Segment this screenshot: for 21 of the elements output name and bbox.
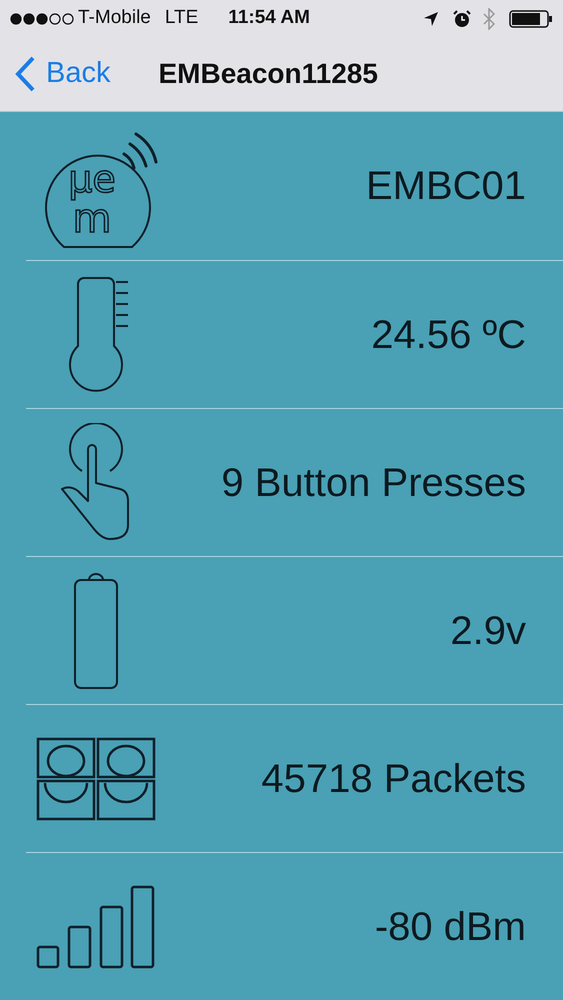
signal-dots-icon [10, 12, 74, 26]
battery-icon [72, 570, 120, 690]
bluetooth-icon [483, 8, 495, 30]
clock-time: 11:54 AM [228, 6, 310, 30]
battery-status-icon [509, 10, 553, 28]
signal-strength-icon [36, 884, 156, 968]
alarm-clock-icon [453, 10, 471, 28]
location-arrow-icon [423, 10, 439, 26]
chevron-left-icon [14, 56, 36, 92]
screen-title: EMBeacon11285 [158, 57, 378, 91]
packets-icon [36, 736, 156, 820]
reading-value: -80 dBm [374, 904, 526, 950]
reading-value: 2.9v [449, 608, 526, 654]
reading-value: 24.56 ºC [370, 312, 526, 358]
reading-value: 45718 Packets [260, 756, 526, 802]
reading-value: EMBC01 [364, 163, 526, 210]
back-button[interactable]: Back [14, 52, 110, 96]
touch-icon [60, 422, 132, 542]
carrier-name: T-Mobile [78, 6, 151, 30]
network-type: LTE [164, 6, 198, 30]
reading-value: 9 Button Presses [220, 460, 526, 506]
